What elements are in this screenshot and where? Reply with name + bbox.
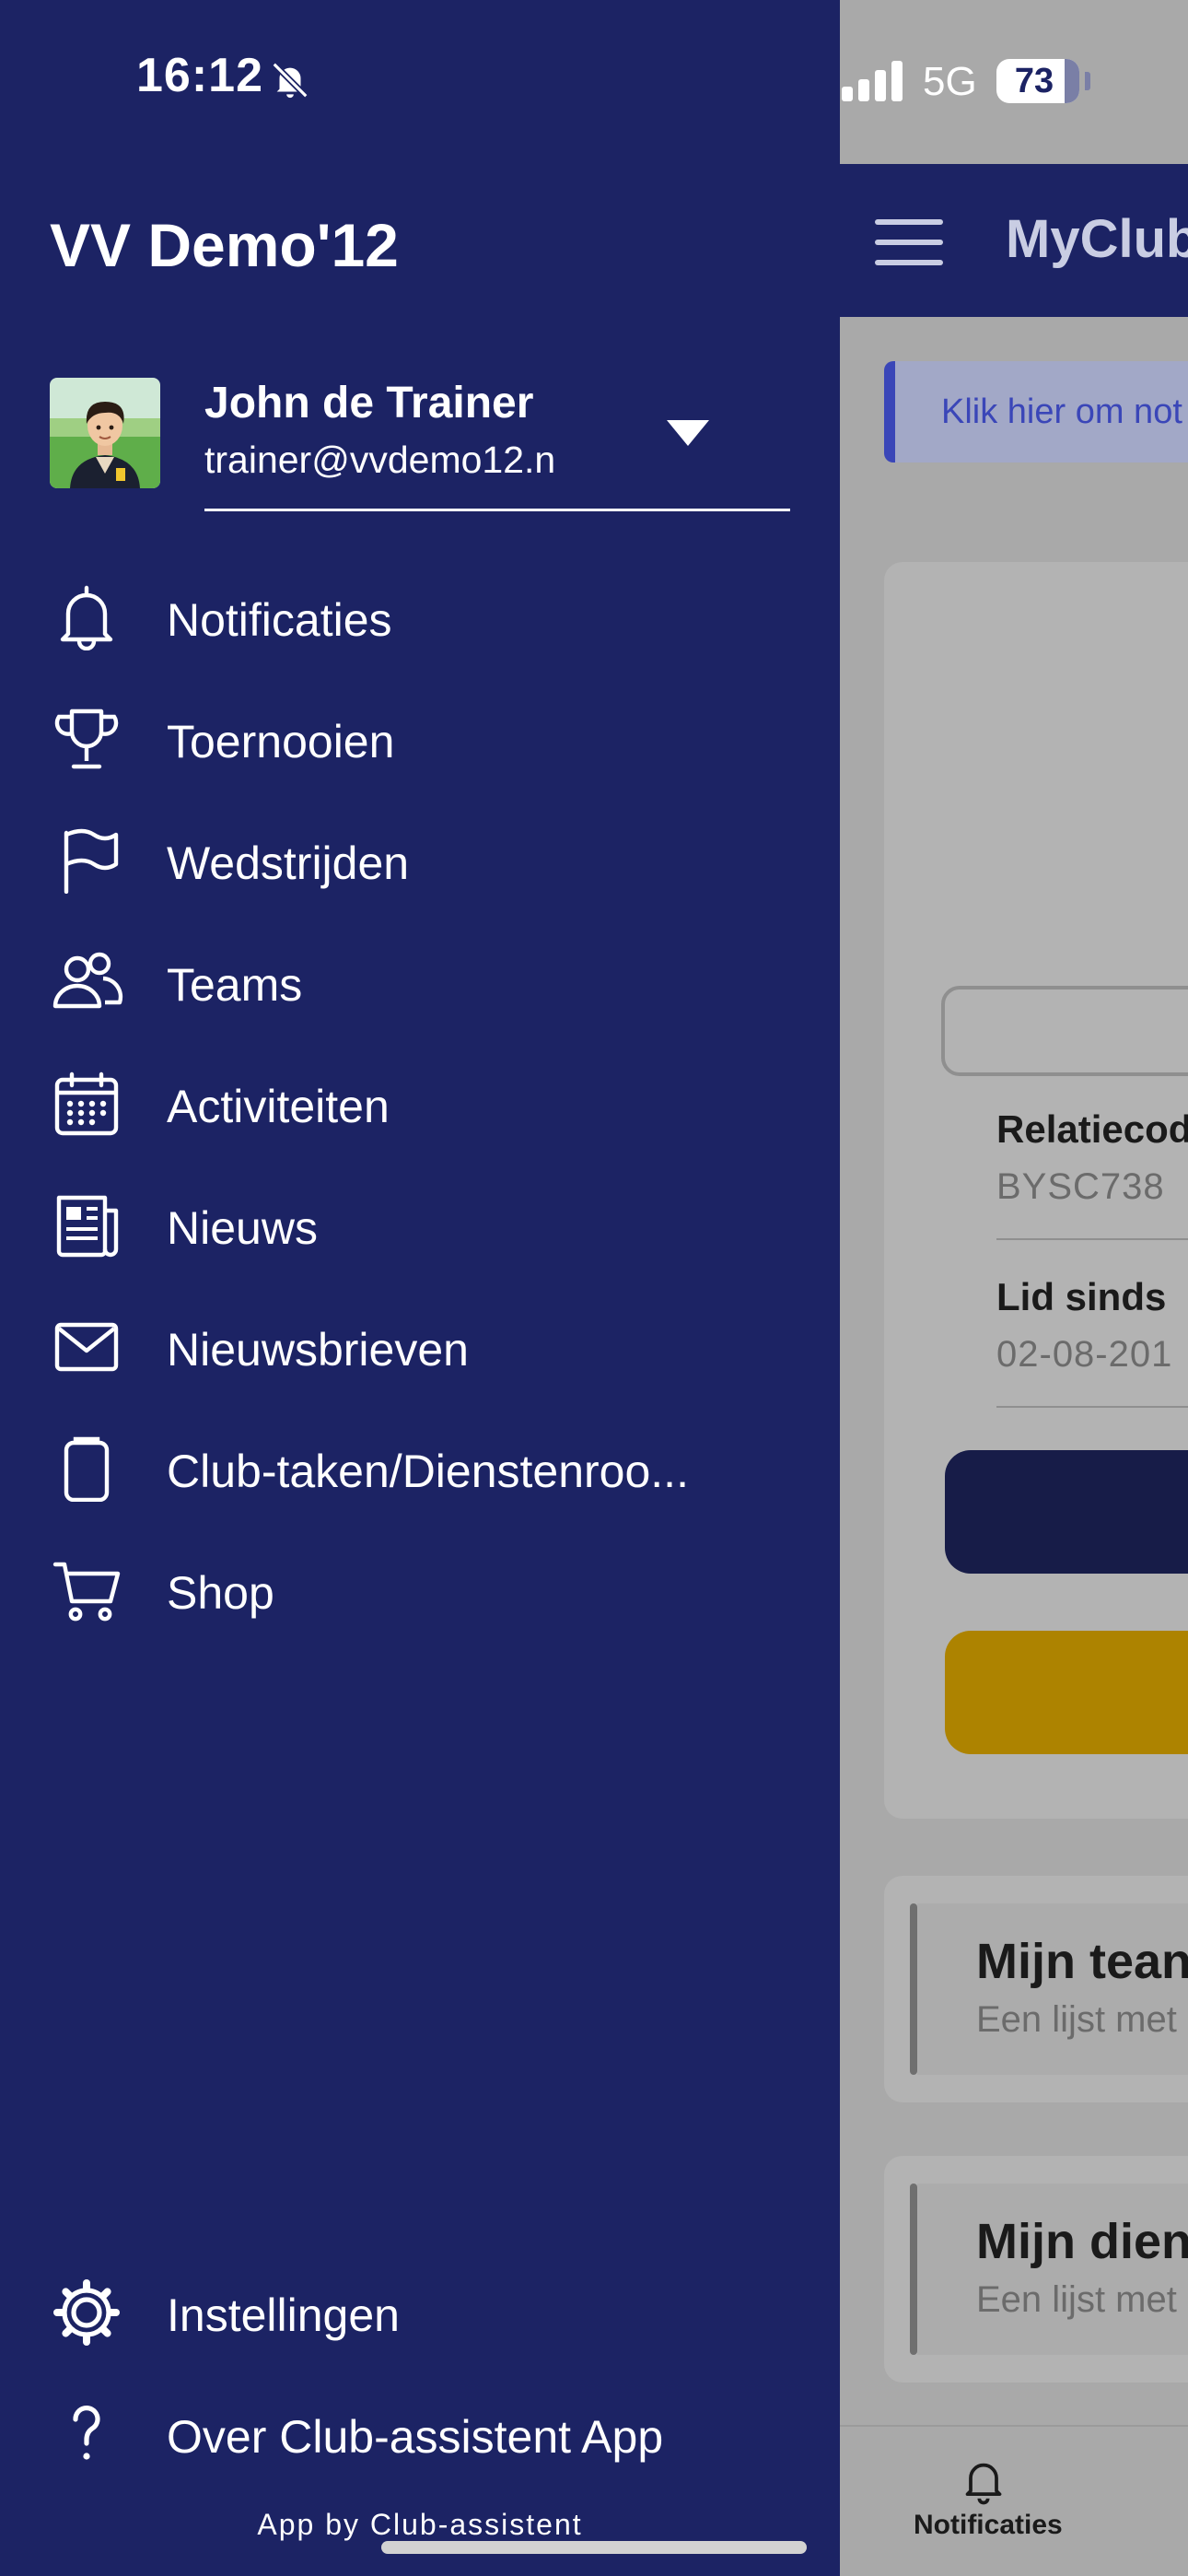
menu-item-label: Notificaties bbox=[167, 594, 392, 646]
newspaper-icon bbox=[56, 1195, 119, 1258]
envelope-icon bbox=[54, 1322, 119, 1372]
primary-button[interactable] bbox=[945, 1450, 1188, 1574]
menu-item-label: Instellingen bbox=[167, 2289, 400, 2341]
clipboard-icon bbox=[64, 1436, 110, 1502]
member-since-label: Lid sinds bbox=[996, 1275, 1167, 1318]
member-since-value: 02-08-201 bbox=[996, 1334, 1173, 1375]
menu-item-label: Activiteiten bbox=[167, 1081, 390, 1132]
cart-icon bbox=[52, 1562, 121, 1622]
avatar[interactable] bbox=[50, 378, 160, 488]
menu-item-newsletters[interactable]: Nieuwsbrieven bbox=[0, 1286, 840, 1408]
profile-input-field[interactable] bbox=[941, 986, 1188, 1076]
app-credit: App by Club-assistent bbox=[257, 2508, 583, 2541]
user-email[interactable]: trainer@vvdemo12.nl bbox=[204, 439, 554, 482]
signal-icon bbox=[842, 61, 903, 101]
divider bbox=[996, 1238, 1188, 1240]
menu-item-label: Over Club-assistent App bbox=[167, 2411, 664, 2463]
menu-item-matches[interactable]: Wedstrijden bbox=[0, 800, 840, 921]
my-teams-subtitle: Een lijst met bbox=[976, 1999, 1177, 2040]
user-name[interactable]: John de Trainer bbox=[204, 378, 533, 428]
menu-item-activities[interactable]: Activiteiten bbox=[0, 1043, 840, 1165]
chevron-down-icon[interactable] bbox=[667, 420, 709, 446]
flag-icon bbox=[64, 828, 119, 894]
menu-item-tournaments[interactable]: Toernooien bbox=[0, 678, 840, 800]
bottom-tab-bar bbox=[840, 2425, 1188, 2576]
menu-item-teams[interactable]: Teams bbox=[0, 921, 840, 1043]
network-type: 5G bbox=[923, 59, 977, 104]
my-duties-title: Mijn dien bbox=[976, 2214, 1188, 2269]
menu-item-label: Teams bbox=[167, 959, 303, 1011]
home-indicator[interactable] bbox=[381, 2541, 807, 2554]
battery-empty-part bbox=[1065, 59, 1079, 103]
trophy-icon bbox=[54, 708, 119, 769]
secondary-button[interactable] bbox=[945, 1631, 1188, 1754]
tab-notifications-label[interactable]: Notificaties bbox=[914, 2510, 1063, 2541]
relation-code-value: BYSC738 bbox=[996, 1166, 1165, 1207]
menu-item-label: Shop bbox=[167, 1567, 274, 1619]
status-time: 16:12 bbox=[136, 49, 263, 102]
menu-item-label: Nieuws bbox=[167, 1202, 318, 1254]
users-icon bbox=[52, 952, 123, 1009]
question-icon bbox=[73, 2406, 100, 2460]
menu-item-club-tasks[interactable]: Club-taken/Dienstenroo... bbox=[0, 1408, 840, 1529]
bell-icon bbox=[60, 585, 113, 650]
account-selector-underline bbox=[204, 509, 790, 511]
hamburger-menu-icon[interactable] bbox=[875, 219, 945, 265]
battery-tip bbox=[1085, 72, 1090, 90]
menu-item-shop[interactable]: Shop bbox=[0, 1529, 840, 1651]
silent-bell-icon bbox=[272, 62, 309, 99]
menu-item-about[interactable]: Over Club-assistent App bbox=[0, 2373, 840, 2495]
app-title: MyClub bbox=[1006, 209, 1188, 269]
menu-item-notifications[interactable]: Notificaties bbox=[0, 556, 840, 678]
divider bbox=[996, 1406, 1188, 1408]
menu-item-news[interactable]: Nieuws bbox=[0, 1165, 840, 1286]
main-app-content: MyClub Klik hier om not Relatiecod BYSC7… bbox=[840, 0, 1188, 2576]
my-duties-subtitle: Een lijst met bbox=[976, 2279, 1177, 2320]
club-name: VV Demo'12 bbox=[50, 211, 399, 279]
battery-level: 73 bbox=[1014, 62, 1054, 100]
calendar-icon bbox=[54, 1071, 119, 1136]
relation-code-label: Relatiecod bbox=[996, 1107, 1188, 1151]
my-teams-title: Mijn tean bbox=[976, 1934, 1188, 1989]
bell-icon[interactable] bbox=[958, 2454, 1009, 2506]
menu-item-label: Wedstrijden bbox=[167, 837, 410, 889]
menu-item-label: Nieuwsbrieven bbox=[167, 1324, 469, 1376]
notification-banner-text: Klik hier om not bbox=[941, 392, 1182, 431]
gear-icon bbox=[53, 2279, 120, 2346]
menu-item-label: Club-taken/Dienstenroo... bbox=[167, 1446, 689, 1497]
menu-item-label: Toernooien bbox=[167, 716, 395, 767]
menu-item-settings[interactable]: Instellingen bbox=[0, 2252, 840, 2373]
